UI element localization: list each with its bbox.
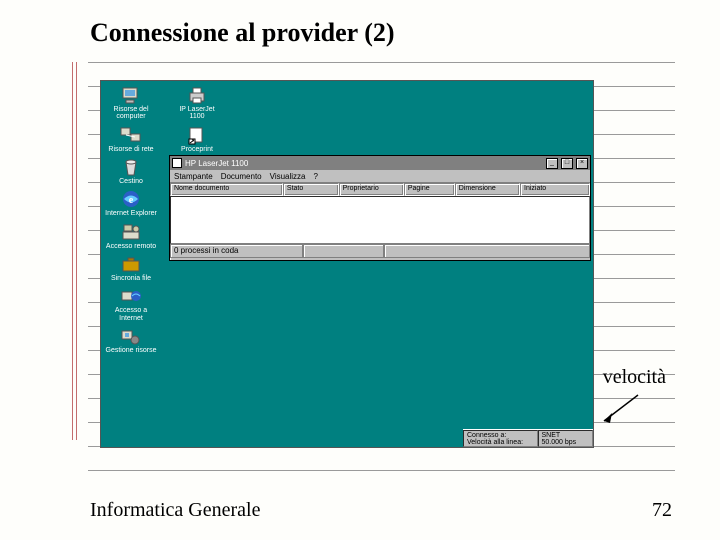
window-statusbar: 0 processi in coda	[170, 244, 590, 258]
menu-bar: Stampante Documento Visualizza ?	[170, 170, 590, 183]
printer-icon	[172, 158, 182, 168]
minimize-button[interactable]: _	[546, 158, 558, 169]
dup-icon	[120, 222, 142, 242]
slide-page: (function(){ const ruled = document.quer…	[0, 0, 720, 540]
printer-icon	[186, 85, 208, 105]
desktop-icon-printer[interactable]: IP LaserJet 1100	[171, 85, 223, 121]
desktop-icon-label: IP LaserJet 1100	[171, 106, 223, 121]
menu-stampante[interactable]: Stampante	[174, 172, 213, 181]
menu-help[interactable]: ?	[314, 172, 318, 181]
tray-label-velocita: Velocità alla linea:	[467, 439, 534, 446]
desktop-icon-dup[interactable]: Accesso remoto	[105, 222, 157, 250]
page-number: 72	[652, 499, 672, 522]
print-queue-list[interactable]	[170, 196, 590, 244]
col-nome[interactable]: Nome documento	[170, 183, 283, 196]
window-titlebar[interactable]: HP LaserJet 1100 _ □ ×	[170, 156, 590, 170]
column-headers: Nome documento Stato Proprietario Pagine…	[170, 183, 590, 196]
margin-rule-left-2	[76, 62, 77, 440]
my-computer-icon	[120, 85, 142, 105]
desktop-icon-label: Internet Explorer	[105, 210, 157, 217]
desktop-icon-label: Gestione risorse	[106, 347, 157, 354]
win95-desktop-screenshot: Risorse del computer Risorse di rete Cesti…	[100, 80, 594, 448]
desktop-icon-label: Accesso a Internet	[105, 307, 157, 322]
desktop-icon-users[interactable]: Gestione risorse	[105, 326, 157, 354]
desktop-icon-label: Accesso remoto	[106, 243, 156, 250]
status-text: 0 processi in coda	[170, 244, 303, 258]
ie-icon: e	[120, 189, 142, 209]
network-icon	[120, 125, 142, 145]
tray-value-bps: 50.000 bps	[542, 439, 590, 446]
col-proprietario[interactable]: Proprietario	[339, 183, 404, 196]
desktop-icon-ie[interactable]: e Internet Explorer	[105, 189, 157, 217]
desktop-icon-my-computer[interactable]: Risorse del computer	[105, 85, 157, 121]
desktop-icon-label: Risorse di rete	[108, 146, 153, 153]
status-cell-2	[303, 244, 384, 258]
briefcase-icon	[120, 254, 142, 274]
close-button[interactable]: ×	[576, 158, 588, 169]
tray-label-connesso: Connesso a:	[467, 432, 534, 439]
desktop-icon-network[interactable]: Risorse di rete	[105, 125, 157, 153]
desktop-icon-label: Cestino	[119, 178, 143, 185]
margin-rule-left-1	[72, 62, 73, 440]
desktop-icon-label: Risorse del computer	[105, 106, 157, 121]
desktop-icon-shortcut[interactable]: Proceprint	[171, 125, 223, 153]
desktop-icon-label: Proceprint	[181, 146, 213, 153]
col-pagine[interactable]: Pagine	[404, 183, 455, 196]
col-iniziato[interactable]: Iniziato	[520, 183, 590, 196]
dun-icon	[120, 286, 142, 306]
annotation-velocita: velocità	[603, 366, 666, 389]
tray-value-net: SNET	[542, 432, 590, 439]
svg-text:e: e	[129, 195, 134, 206]
window-title: HP LaserJet 1100	[185, 159, 543, 168]
maximize-button[interactable]: □	[561, 158, 573, 169]
menu-documento[interactable]: Documento	[221, 172, 262, 181]
desktop-icon-dun[interactable]: Accesso a Internet	[105, 286, 157, 322]
slide-title: Connessione al provider (2)	[90, 18, 395, 48]
arrow-annotation	[600, 393, 650, 433]
taskbar-tray-tooltip[interactable]: Connesso a: Velocità alla linea: SNET 50…	[463, 429, 593, 447]
recycle-bin-icon	[120, 157, 142, 177]
col-dimensione[interactable]: Dimensione	[455, 183, 520, 196]
col-stato[interactable]: Stato	[283, 183, 339, 196]
users-icon	[120, 326, 142, 346]
footer-course: Informatica Generale	[90, 499, 260, 522]
desktop-icon-briefcase[interactable]: Sincronia file	[105, 254, 157, 282]
menu-visualizza[interactable]: Visualizza	[270, 172, 306, 181]
desktop-icon-recycle-bin[interactable]: Cestino	[105, 157, 157, 185]
status-cell-3	[384, 244, 590, 258]
printer-queue-window: HP LaserJet 1100 _ □ × Stampante Documen…	[169, 155, 591, 261]
desktop-icon-label: Sincronia file	[111, 275, 151, 282]
shortcut-icon	[186, 125, 208, 145]
